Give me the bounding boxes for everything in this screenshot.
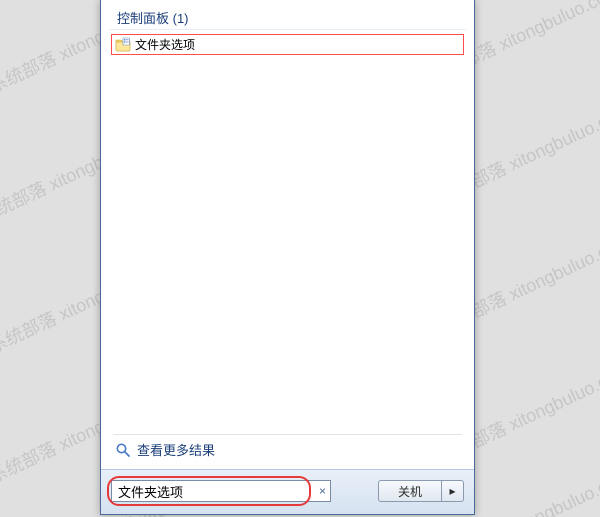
search-icon [115,442,131,458]
see-more-results-label: 查看更多结果 [137,440,215,459]
clear-search-button[interactable]: × [319,485,326,497]
result-item-folder-options[interactable]: 文件夹选项 [111,34,464,55]
start-menu-search-panel: 控制面板 (1) 文件夹选项 查看更多结果 [100,0,475,515]
search-input[interactable] [111,480,331,502]
chevron-right-icon: ▸ [449,484,455,498]
search-results-area: 控制面板 (1) 文件夹选项 查看更多结果 [101,0,474,469]
results-spacer [103,57,472,430]
shutdown-button-group: 关机 ▸ [378,480,464,502]
shutdown-button[interactable]: 关机 [378,480,442,502]
results-category-header: 控制面板 (1) [109,6,466,30]
see-more-results-link[interactable]: 查看更多结果 [103,435,472,467]
shutdown-options-arrow[interactable]: ▸ [442,480,464,502]
shutdown-label: 关机 [398,483,422,500]
search-box-wrap: × [111,480,331,502]
folder-options-icon [115,37,131,53]
result-item-label: 文件夹选项 [135,36,195,53]
start-menu-bottom-bar: × 关机 ▸ [101,469,474,514]
